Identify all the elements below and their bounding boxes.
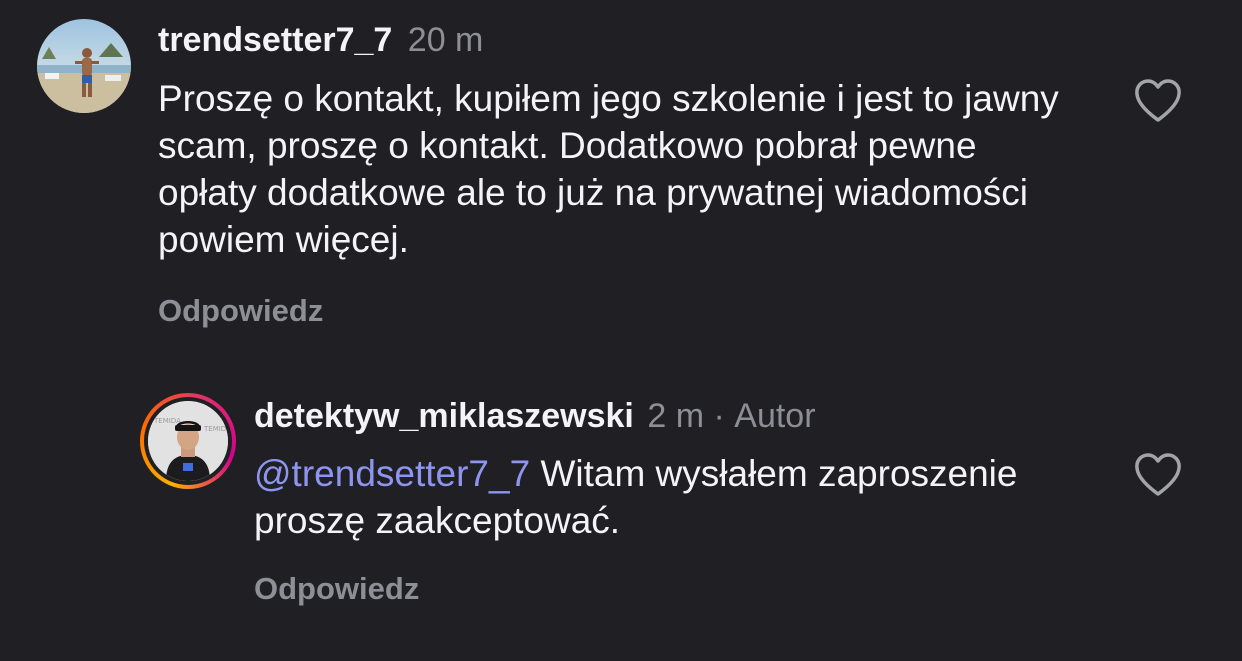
username[interactable]: trendsetter7_7 — [158, 21, 392, 59]
reply-button[interactable]: Odpowiedz — [254, 571, 419, 607]
avatar-logo-text: TEMIDA — [153, 417, 181, 425]
author-badge: Autor — [734, 397, 816, 435]
avatar-photo-beach — [37, 19, 131, 113]
reply-button[interactable]: Odpowiedz — [158, 293, 323, 329]
avatar-photo-portrait: TEMIDA TEMIDA — [148, 401, 228, 481]
svg-text:TEMIDA: TEMIDA — [203, 425, 228, 433]
timestamp: 20 m — [407, 21, 484, 59]
comment-text: Proszę o kontakt, kupiłem jego szkolenie… — [158, 78, 1059, 260]
avatar[interactable] — [37, 19, 131, 113]
comment-header: detektyw_miklaszewski 2 m · Autor — [254, 396, 816, 436]
username[interactable]: detektyw_miklaszewski — [254, 397, 634, 435]
comment-text: @trendsetter7_7 Witam wysłałem zaproszen… — [254, 450, 1074, 544]
separator-dot: · — [713, 397, 725, 435]
story-ring[interactable]: TEMIDA TEMIDA — [140, 393, 236, 489]
heart-outline-icon[interactable] — [1133, 452, 1183, 498]
avatar[interactable]: TEMIDA TEMIDA — [148, 401, 228, 481]
mention-link[interactable]: @trendsetter7_7 — [254, 453, 530, 494]
comment-header: trendsetter7_7 20 m — [158, 20, 483, 60]
heart-outline-icon[interactable] — [1133, 78, 1183, 124]
timestamp: 2 m — [647, 397, 705, 435]
